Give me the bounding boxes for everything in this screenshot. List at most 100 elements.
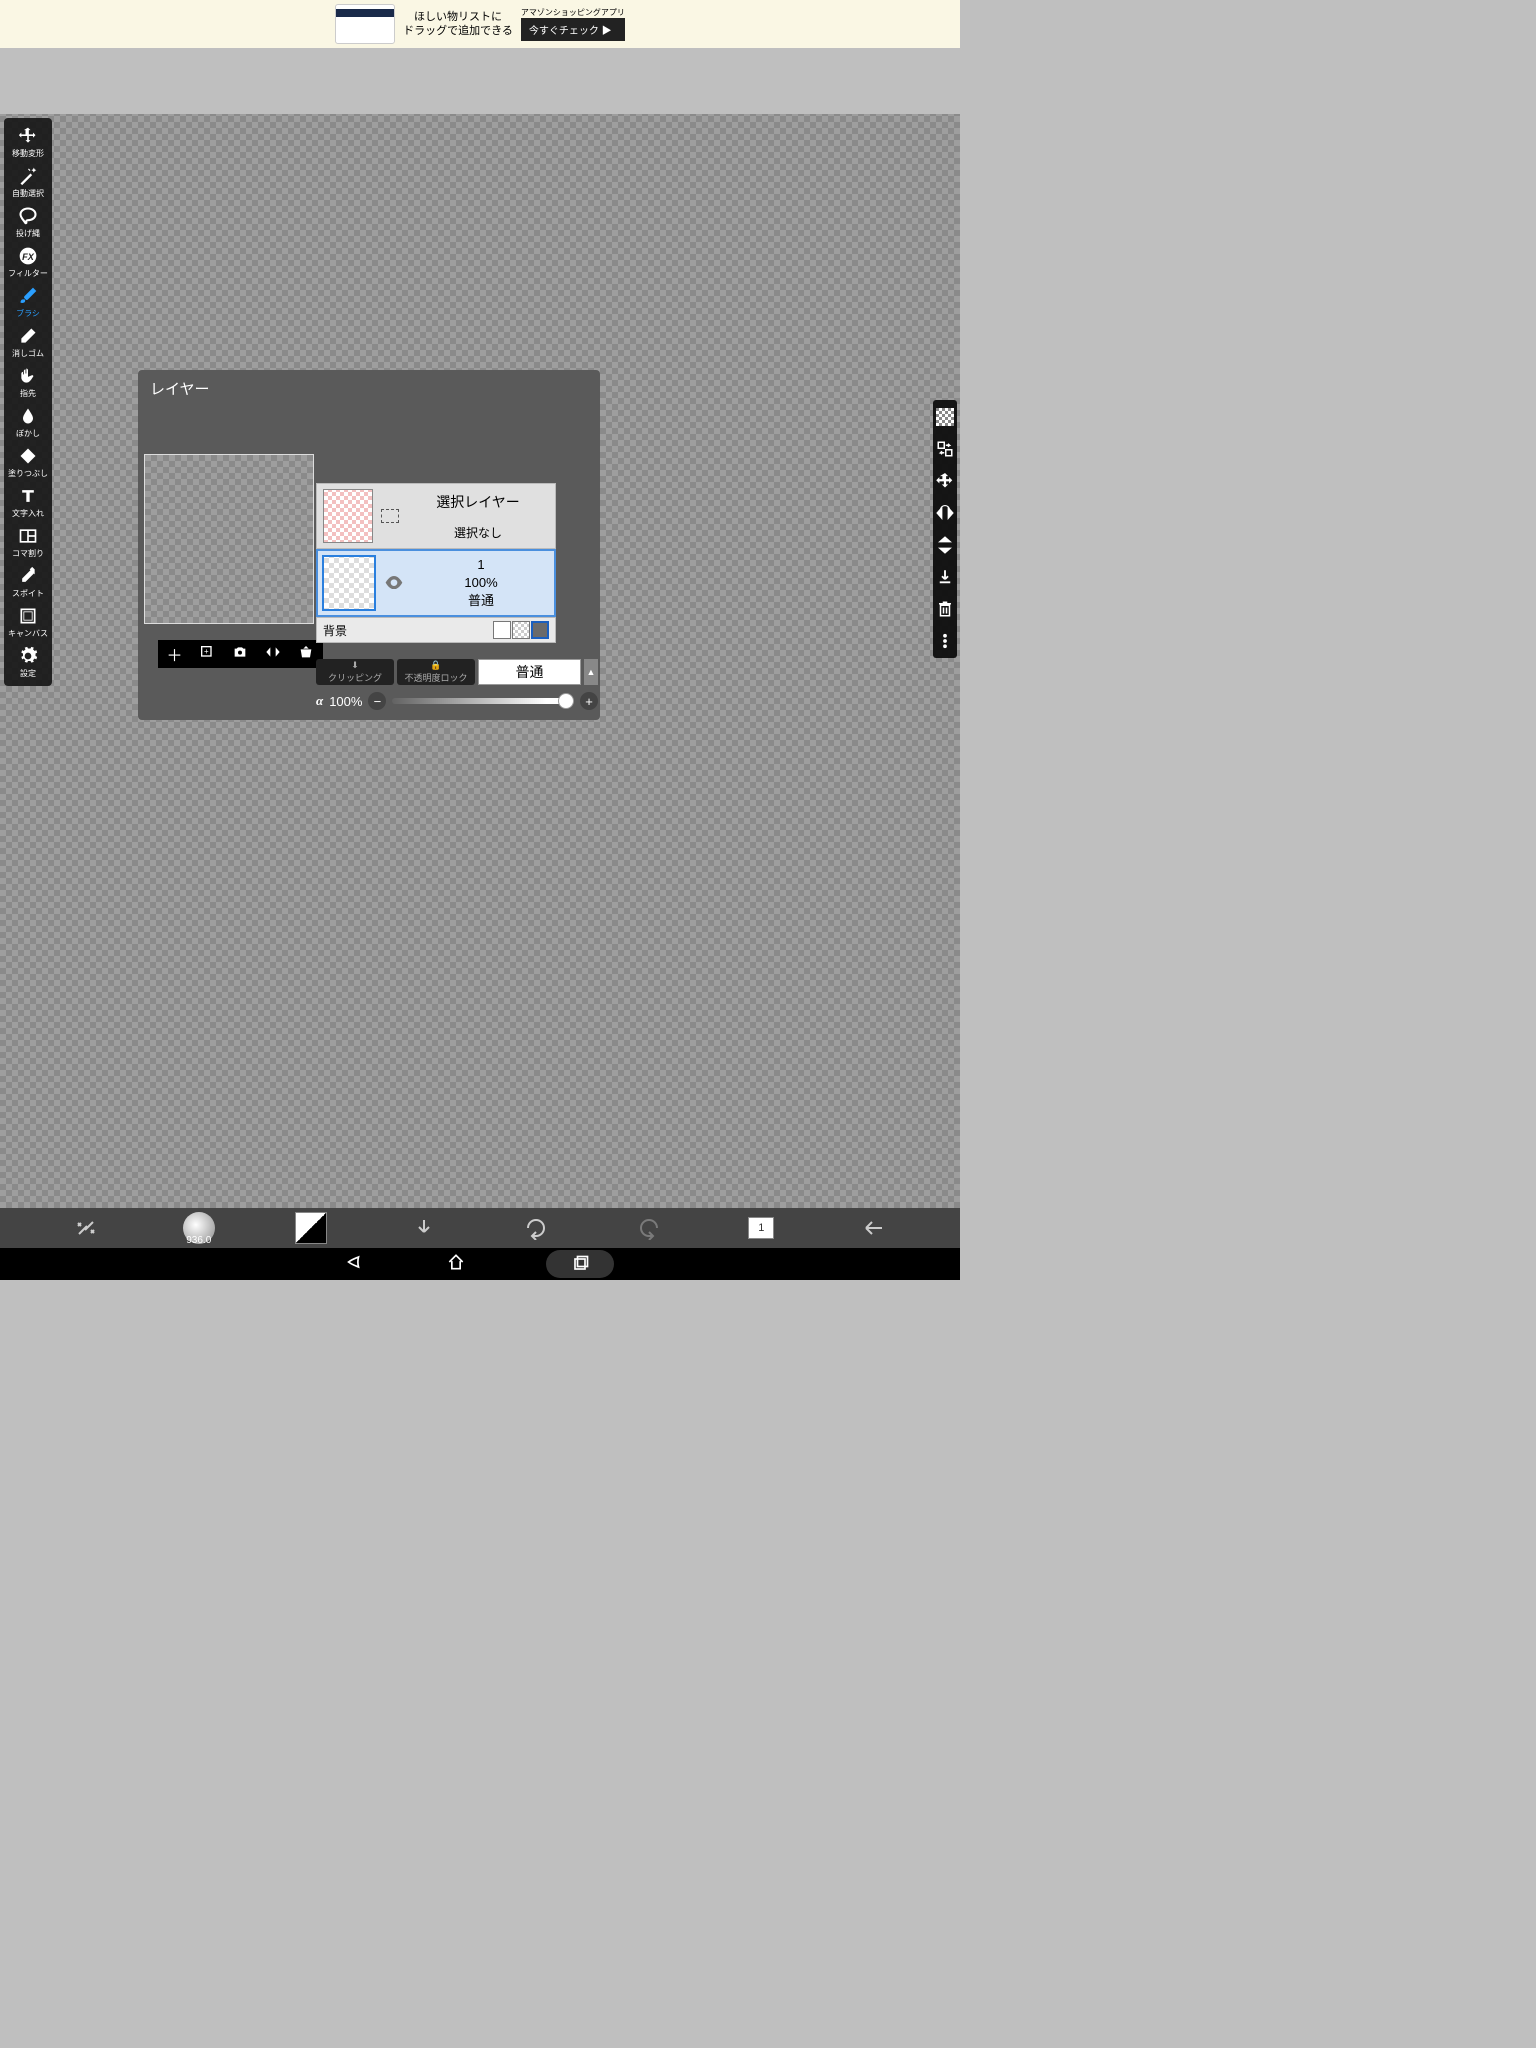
tool-canvas[interactable]: キャンバス [4, 602, 52, 642]
wand-icon [18, 165, 38, 187]
brush-size-value: 936.0 [186, 1235, 211, 1246]
svg-text:FX: FX [22, 252, 35, 262]
bg-swatch-white[interactable] [493, 621, 511, 639]
duplicate-layer-icon[interactable]: + [199, 644, 215, 665]
brush-icon [18, 285, 38, 307]
tool-blur[interactable]: ぼかし [4, 402, 52, 442]
lock-icon: 🔒 [430, 660, 441, 671]
alpha-slider-row: α 100% − + [316, 690, 598, 712]
selection-layer-title: 選択レイヤー [407, 492, 549, 512]
alpha-slider[interactable] [392, 698, 574, 704]
nav-recent-button[interactable] [546, 1250, 614, 1278]
blur-drop-icon [18, 405, 38, 427]
brush-swap-button[interactable] [66, 1212, 106, 1244]
selection-layer-row[interactable]: 選択レイヤー 選択なし [316, 483, 556, 549]
rt-flip-horizontal-icon[interactable] [936, 504, 954, 522]
alpha-symbol: α [316, 693, 323, 709]
selection-marquee-icon [381, 509, 399, 523]
tool-lasso[interactable]: 投げ縄 [4, 202, 52, 242]
tool-move[interactable]: 移動変形 [4, 122, 52, 162]
rt-flip-vertical-icon[interactable] [936, 536, 954, 554]
ad-subtext: アマゾンショッピングアプリ 今すぐチェック ▶ [521, 7, 625, 41]
visibility-icon[interactable] [384, 576, 404, 590]
toolbar-gap [0, 48, 960, 114]
alpha-minus-button[interactable]: − [368, 692, 386, 710]
background-row[interactable]: 背景 [316, 617, 556, 643]
ad-cta-button[interactable]: 今すぐチェック ▶ [521, 18, 625, 41]
tool-eyedropper[interactable]: スポイト [4, 562, 52, 602]
rt-delete-icon[interactable] [936, 600, 954, 618]
tool-text[interactable]: 文字入れ [4, 482, 52, 522]
alpha-lock-button[interactable]: 🔒 不透明度ロック [397, 659, 475, 685]
color-button[interactable] [291, 1212, 331, 1244]
left-toolbar: 移動変形 自動選択 投げ縄 FX フィルター ブラシ 消しゴム 指先 ぼかし 塗… [4, 118, 52, 686]
layer-preview[interactable] [144, 454, 314, 624]
rt-more-icon[interactable] [936, 632, 954, 650]
ad-phone-image [335, 4, 395, 44]
bucket-icon [18, 445, 38, 467]
layers-badge-icon: 1 [748, 1217, 774, 1239]
tool-filter[interactable]: FX フィルター [4, 242, 52, 282]
text-icon [18, 485, 38, 507]
tool-finger[interactable]: 指先 [4, 362, 52, 402]
flip-h-icon[interactable] [265, 644, 281, 665]
layer-options-row: ⬇ クリッピング 🔒 不透明度ロック 普通 ▲ [316, 659, 598, 685]
svg-text:+: + [204, 647, 209, 656]
layer-list: 選択レイヤー 選択なし 1 100% 普通 背景 [316, 483, 556, 643]
nav-back-button[interactable] [346, 1252, 366, 1277]
background-label: 背景 [323, 622, 347, 639]
layers-button[interactable]: 1 [741, 1212, 781, 1244]
bg-swatch-transparent[interactable] [512, 621, 530, 639]
android-nav-bar [0, 1248, 960, 1280]
back-button[interactable] [854, 1212, 894, 1244]
bottom-bar: 936.0 1 [0, 1208, 960, 1248]
selection-layer-status: 選択なし [407, 524, 549, 541]
blend-mode-caret-icon[interactable]: ▲ [584, 659, 598, 685]
clip-down-icon: ⬇ [351, 660, 359, 671]
brush-size-button[interactable]: 936.0 [179, 1212, 219, 1244]
finger-icon [18, 365, 38, 387]
tool-settings[interactable]: 設定 [4, 642, 52, 682]
tool-fill[interactable]: 塗りつぶし [4, 442, 52, 482]
eyedropper-icon [18, 565, 38, 587]
rt-reorder-icon[interactable] [936, 440, 954, 458]
blend-mode-select[interactable]: 普通 [478, 659, 581, 685]
ad-banner[interactable]: ほしい物リストに ドラッグで追加できる アマゾンショッピングアプリ 今すぐチェッ… [0, 0, 960, 48]
tool-magic-wand[interactable]: 自動選択 [4, 162, 52, 202]
bg-swatch-solid[interactable] [531, 621, 549, 639]
move-icon [18, 125, 38, 147]
rt-transparency-icon[interactable] [936, 408, 954, 426]
eraser-icon [18, 325, 38, 347]
layer-1-thumb [322, 555, 376, 611]
layer-1-opacity: 100% [412, 574, 550, 592]
right-toolbar [933, 400, 957, 658]
rt-merge-down-icon[interactable] [936, 568, 954, 586]
layer-panel-title: レイヤー [138, 370, 600, 407]
ad-text: ほしい物リストに ドラッグで追加できる [403, 10, 513, 39]
tool-brush[interactable]: ブラシ [4, 282, 52, 322]
add-layer-icon[interactable]: ＋ [166, 642, 182, 666]
alpha-slider-knob[interactable] [558, 693, 574, 709]
camera-icon[interactable] [232, 644, 248, 665]
gear-icon [18, 645, 38, 667]
redo-button[interactable] [629, 1212, 669, 1244]
tool-eraser[interactable]: 消しゴム [4, 322, 52, 362]
color-gradient-icon [295, 1212, 327, 1244]
panel-icon [18, 525, 38, 547]
canvas-icon [18, 605, 38, 627]
alpha-plus-button[interactable]: + [580, 692, 598, 710]
undo-button[interactable] [516, 1212, 556, 1244]
layer-1-blend: 普通 [412, 592, 550, 610]
save-button[interactable] [404, 1212, 444, 1244]
clear-icon[interactable] [298, 644, 314, 665]
layer-actions-bar: ＋ + [158, 640, 323, 668]
rt-move-icon[interactable] [936, 472, 954, 490]
clipping-button[interactable]: ⬇ クリッピング [316, 659, 394, 685]
selection-thumb [323, 489, 373, 543]
fx-icon: FX [18, 245, 38, 267]
layer-1-name: 1 [412, 556, 550, 574]
tool-panel[interactable]: コマ割り [4, 522, 52, 562]
layer-1-row[interactable]: 1 100% 普通 [316, 549, 556, 617]
nav-home-button[interactable] [446, 1252, 466, 1277]
alpha-value: 100% [329, 694, 362, 709]
